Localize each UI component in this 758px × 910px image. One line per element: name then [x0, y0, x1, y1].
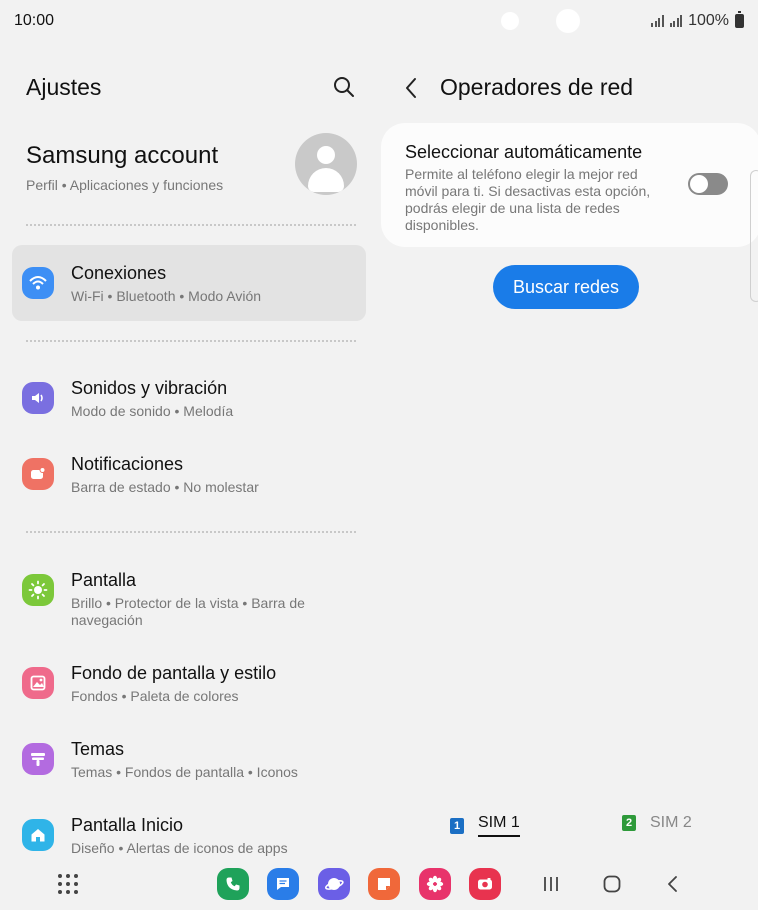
- status-bar: 10:00 100%: [0, 0, 758, 44]
- notification-icon: [22, 458, 54, 490]
- settings-item-temas[interactable]: Temas Temas • Fondos de pantalla • Icono…: [12, 721, 366, 797]
- wallpaper-icon: [22, 667, 54, 699]
- tab-sim-2[interactable]: 2 SIM 2: [622, 814, 692, 832]
- status-icons: 100%: [651, 11, 744, 30]
- item-title: Notificaciones: [71, 454, 184, 474]
- camera-cutout: [501, 12, 519, 30]
- apps-grid-icon[interactable]: [58, 874, 78, 894]
- battery-icon: [735, 11, 744, 28]
- divider: [26, 340, 356, 342]
- auto-select-card[interactable]: Seleccionar automáticamente Permite al t…: [381, 123, 758, 247]
- signal-icon: [651, 15, 664, 27]
- signal-icon: [669, 15, 683, 27]
- settings-item-conexiones[interactable]: Conexiones Wi-Fi • Bluetooth • Modo Avió…: [12, 245, 366, 321]
- item-title: Sonidos y vibración: [71, 378, 228, 398]
- search-networks-button[interactable]: Buscar redes: [493, 265, 639, 309]
- home-circle-icon: [603, 875, 621, 893]
- battery-percent: 100%: [688, 12, 729, 29]
- notes-icon[interactable]: [368, 868, 400, 900]
- navigation-bar: [0, 862, 758, 910]
- item-title: Pantalla Inicio: [71, 815, 184, 835]
- item-desc: Fondos • Paleta de colores: [71, 688, 239, 704]
- page-title: Operadores de red: [440, 74, 634, 100]
- status-time: 10:00: [14, 12, 55, 29]
- search-button[interactable]: [331, 74, 357, 100]
- wifi-icon: [22, 267, 54, 299]
- auto-select-title: Seleccionar automáticamente: [405, 142, 643, 162]
- sim-2-badge: 2: [622, 815, 636, 831]
- recent-apps-button[interactable]: [541, 874, 561, 899]
- auto-select-toggle[interactable]: [688, 173, 728, 195]
- back-button[interactable]: [400, 75, 424, 101]
- item-title: Temas: [71, 739, 125, 759]
- auto-select-desc: Permite al teléfono elegir la mejor red …: [405, 166, 651, 233]
- settings-item-notificaciones[interactable]: Notificaciones Barra de estado • No mole…: [12, 436, 366, 512]
- item-desc: Barra de estado • No molestar: [71, 479, 259, 495]
- camera-cutout: [556, 9, 580, 33]
- back-nav-button[interactable]: [663, 874, 683, 899]
- edge-panel-handle[interactable]: [750, 170, 758, 302]
- home-icon: [22, 819, 54, 851]
- home-button[interactable]: [602, 874, 622, 899]
- settings-item-pantalla[interactable]: Pantalla Brillo • Protector de la vista …: [12, 552, 366, 628]
- chevron-left-icon: [668, 876, 677, 892]
- tab-sim-1[interactable]: 1 SIM 1: [450, 814, 520, 837]
- item-desc: Temas • Fondos de pantalla • Iconos: [71, 764, 298, 780]
- item-title: Fondo de pantalla y estilo: [71, 663, 277, 683]
- network-header: Operadores de red: [400, 74, 633, 101]
- page-title: Ajustes: [26, 74, 102, 100]
- item-desc: Diseño • Alertas de iconos de apps: [71, 840, 288, 856]
- item-title: Conexiones: [71, 263, 167, 283]
- themes-icon: [22, 743, 54, 775]
- toggle-knob: [689, 174, 709, 194]
- item-desc: Modo de sonido • Melodía: [71, 403, 234, 419]
- item-desc: Wi-Fi • Bluetooth • Modo Avión: [71, 288, 262, 304]
- volume-icon: [22, 382, 54, 414]
- gallery-icon[interactable]: [419, 868, 451, 900]
- settings-panel: Ajustes Samsung account Perfil • Aplicac…: [0, 44, 379, 864]
- item-title: Pantalla: [71, 570, 137, 590]
- sim-2-label: SIM 2: [650, 814, 692, 831]
- avatar[interactable]: [295, 133, 357, 195]
- settings-item-sonidos[interactable]: Sonidos y vibración Modo de sonido • Mel…: [12, 360, 366, 436]
- phone-icon[interactable]: [217, 868, 249, 900]
- divider: [26, 224, 356, 226]
- settings-item-fondo[interactable]: Fondo de pantalla y estilo Fondos • Pale…: [12, 645, 366, 721]
- divider: [26, 531, 356, 533]
- account-subtitle: Perfil • Aplicaciones y funciones: [26, 177, 224, 193]
- messages-icon[interactable]: [267, 868, 299, 900]
- sim-1-badge: 1: [450, 817, 464, 834]
- sim-1-label: SIM 1: [478, 814, 520, 837]
- search-icon: [334, 77, 354, 97]
- camera-icon[interactable]: [469, 868, 501, 900]
- item-desc: Brillo • Protector de la vista • Barra d…: [71, 595, 305, 628]
- samsung-account[interactable]: Samsung account Perfil • Aplicaciones y …: [26, 142, 223, 193]
- chevron-left-icon: [406, 77, 416, 98]
- brightness-icon: [22, 574, 54, 606]
- recent-apps-icon: [544, 877, 558, 891]
- account-name: Samsung account: [26, 142, 219, 169]
- internet-icon[interactable]: [318, 868, 350, 900]
